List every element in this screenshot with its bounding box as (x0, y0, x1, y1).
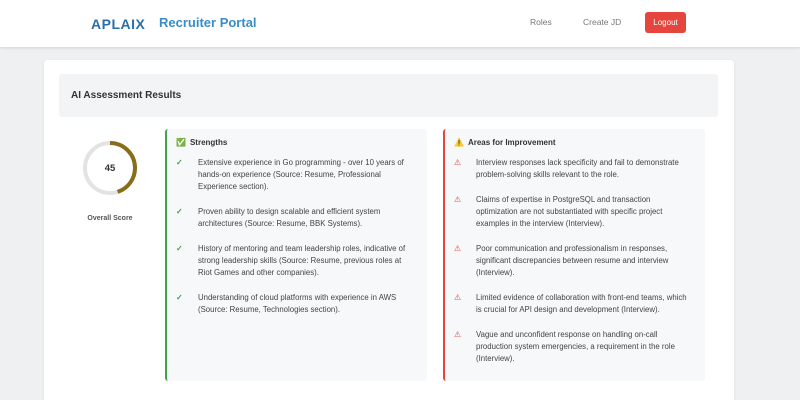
improvement-item: ⚠ Interview responses lack specificity a… (454, 157, 694, 181)
improvement-text: Poor communication and professionalism i… (476, 244, 669, 278)
nav-link-roles[interactable]: Roles (530, 17, 552, 27)
improvement-item: ⚠ Limited evidence of collaboration with… (454, 292, 694, 316)
strength-text: Understanding of cloud platforms with ex… (198, 293, 397, 315)
card-header: AI Assessment Results (59, 74, 718, 117)
nav-link-create-jd[interactable]: Create JD (583, 17, 621, 27)
strength-item: ✓ History of mentoring and team leadersh… (176, 243, 416, 280)
strengths-title-text: Strengths (189, 138, 228, 147)
improvement-item: ⚠ Vague and unconfident response on hand… (454, 329, 694, 366)
improvements-title-text: Areas for Improvement (467, 138, 556, 147)
warning-icon: ⚠ (454, 158, 462, 167)
check-icon: ✓ (176, 158, 183, 167)
assessment-title: AI Assessment Results (71, 90, 182, 101)
strength-text: Proven ability to design scalable and ef… (198, 207, 381, 229)
improvement-item: ⚠ Poor communication and professionalism… (454, 243, 694, 280)
improvement-text: Limited evidence of collaboration with f… (476, 293, 687, 315)
strength-text: Extensive experience in Go programming -… (198, 158, 404, 192)
assessment-card: AI Assessment Results 45 Overall Score ✅… (44, 60, 734, 400)
strength-item: ✓ Proven ability to design scalable and … (176, 206, 416, 230)
overall-score-label: Overall Score (87, 215, 133, 222)
check-square-icon: ✅ (176, 138, 186, 147)
company-logo[interactable]: APLAIX (91, 16, 145, 32)
improvements-title: ⚠️ Areas for Improvement (454, 138, 556, 147)
score-gauge: 45 (82, 140, 138, 196)
improvements-panel: ⚠️ Areas for Improvement ⚠ Interview res… (443, 129, 705, 381)
strengths-panel: ✅ Strengths ✓ Extensive experience in Go… (165, 129, 427, 381)
logout-button[interactable]: Logout (645, 12, 686, 33)
strengths-title: ✅ Strengths (176, 138, 227, 147)
warning-icon: ⚠ (454, 244, 462, 253)
warning-icon: ⚠️ (454, 138, 464, 147)
improvement-item: ⚠ Claims of expertise in PostgreSQL and … (454, 194, 694, 231)
strength-item: ✓ Understanding of cloud platforms with … (176, 292, 416, 316)
improvement-text: Claims of expertise in PostgreSQL and tr… (476, 195, 663, 229)
improvement-text: Vague and unconfident response on handli… (476, 330, 675, 364)
portal-title[interactable]: Recruiter Portal (159, 15, 257, 30)
improvement-text: Interview responses lack specificity and… (476, 158, 679, 180)
check-icon: ✓ (176, 207, 183, 216)
warning-icon: ⚠ (454, 330, 462, 339)
check-icon: ✓ (176, 293, 183, 302)
warning-icon: ⚠ (454, 195, 462, 204)
strength-item: ✓ Extensive experience in Go programming… (176, 157, 416, 194)
warning-icon: ⚠ (454, 293, 462, 302)
check-icon: ✓ (176, 244, 183, 253)
overall-score-value: 45 (104, 162, 116, 174)
navbar: APLAIX Recruiter Portal Roles Create JD … (0, 0, 800, 47)
strength-text: History of mentoring and team leadership… (198, 244, 406, 278)
